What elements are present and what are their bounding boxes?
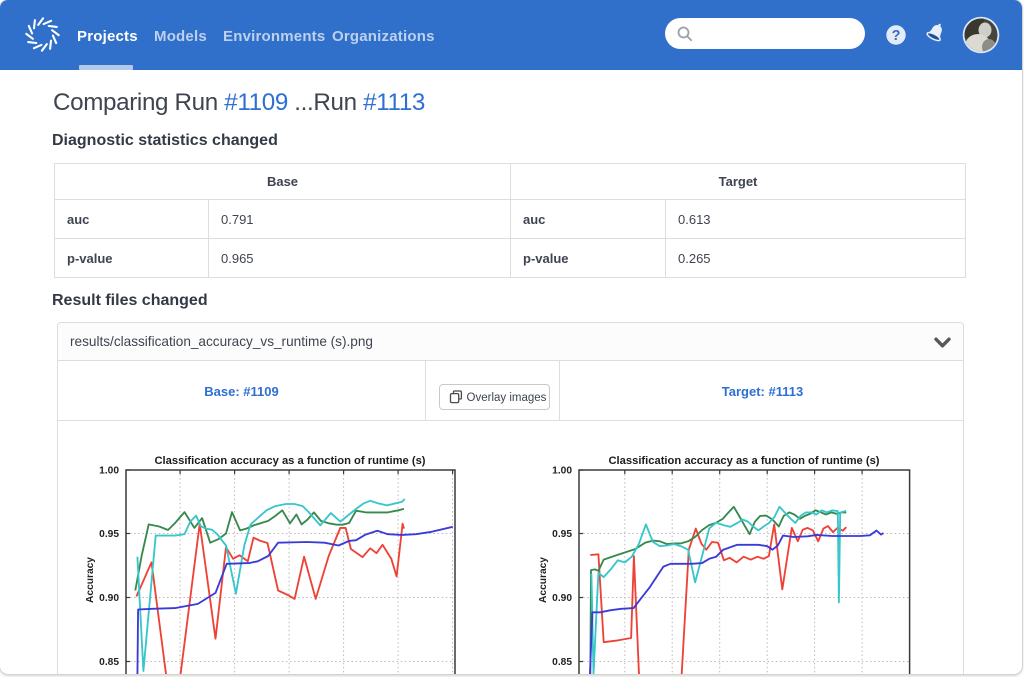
svg-text:0.95: 0.95 (99, 529, 119, 540)
svg-text:Accuracy: Accuracy (538, 557, 549, 603)
svg-text:0.85: 0.85 (99, 657, 119, 668)
svg-text:Classification accuracy as a f: Classification accuracy as a function of… (154, 455, 425, 467)
svg-text:?: ? (892, 28, 901, 44)
svg-text:0.95: 0.95 (552, 529, 572, 540)
svg-text:Accuracy: Accuracy (85, 557, 96, 603)
svg-text:1.00: 1.00 (552, 466, 572, 477)
svg-text:Classification accuracy as a f: Classification accuracy as a function of… (608, 455, 879, 467)
svg-text:0.90: 0.90 (552, 593, 572, 604)
svg-text:1.00: 1.00 (99, 466, 119, 477)
svg-text:0.90: 0.90 (99, 593, 119, 604)
svg-text:0.85: 0.85 (552, 657, 572, 668)
